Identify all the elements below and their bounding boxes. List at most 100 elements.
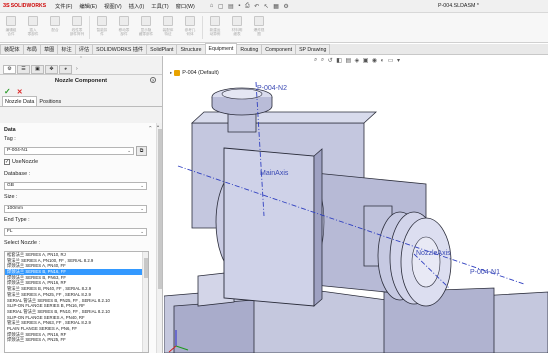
cancel-x-icon[interactable]: ✕ [17, 88, 23, 96]
section-data-heading[interactable]: Data [4, 127, 16, 133]
tag-value: P-004-N1 [7, 148, 28, 153]
use-nozzle-checkbox[interactable]: ✓ UseNozzle [4, 159, 38, 165]
ribbon-button-7[interactable]: 装配体 特征 [157, 13, 179, 42]
command-manager-tabs: 装配体 布局 草图 标注 评估 SOLIDWORKS 插件 SolidPlant Struct… [0, 43, 548, 55]
tab-nozzle-data[interactable]: Nozzle Data [2, 96, 38, 106]
edit-appearance-icon[interactable]: ◐ [381, 58, 385, 64]
tab-8[interactable]: Equipment [204, 43, 238, 54]
configuration-tab-icon[interactable]: ▣ [31, 64, 44, 74]
menu-view[interactable]: 视图(V) [104, 2, 122, 10]
tree-expand-icon[interactable]: ▸ [170, 70, 172, 76]
apply-scene-icon[interactable]: ▭ [388, 57, 394, 64]
pm-scrollbar[interactable]: ▴ [156, 123, 162, 353]
undo-icon[interactable]: ↶ [254, 3, 259, 10]
tab-0[interactable]: 装配体 [0, 44, 24, 54]
menu-insert[interactable]: 插入(I) [129, 2, 145, 10]
ribbon-button-8[interactable]: 参考几 何体 [179, 13, 201, 42]
left-support-block [173, 299, 255, 353]
tab-3[interactable]: 标注 [57, 44, 76, 54]
ok-check-icon[interactable]: ✓ [4, 87, 11, 96]
size-label: Size : [4, 194, 18, 200]
ribbon-button-0[interactable]: 编辑组 合件 [0, 13, 22, 42]
brand-name: SOLIDWORKS [10, 3, 47, 9]
exploded-view-icon [254, 16, 264, 26]
more-tabs-icon[interactable]: › [76, 66, 78, 72]
collapse-handle-icon[interactable]: ⌃ [0, 56, 162, 64]
move-component-icon [119, 16, 129, 26]
home-icon[interactable]: ⌂ [210, 3, 214, 9]
tab-positions[interactable]: Positions [37, 97, 63, 106]
rebuild-icon[interactable]: ▦ [273, 3, 279, 10]
tab-6[interactable]: SolidPlant [146, 44, 178, 54]
menu-file[interactable]: 文件(F) [55, 2, 72, 10]
label-main-axis: MainAxis [260, 170, 289, 177]
end-type-select[interactable]: FL ⌄ [4, 228, 147, 236]
tab-2[interactable]: 草图 [39, 44, 59, 54]
3d-model-view[interactable]: P-004-N2 MainAxis NozzleAxis P-004-N1 [164, 56, 548, 353]
ribbon-button-label: 插入 零部件 [27, 28, 39, 37]
database-label: Database : [4, 171, 31, 177]
ribbon-button-10[interactable]: 材料明 细表 [226, 13, 248, 42]
ribbon-button-label: 新建运 动算例 [209, 28, 221, 37]
solidworks-logo[interactable]: 3S SOLIDWORKS [3, 3, 49, 9]
hide-show-items-icon[interactable]: ◉ [372, 57, 377, 64]
tab-5[interactable]: SOLIDWORKS 插件 [92, 44, 148, 54]
tag-select[interactable]: P-004-N1 ⌄ [4, 147, 134, 155]
tab-7[interactable]: Structure [176, 44, 206, 54]
dimxpert-tab-icon[interactable]: ✥ [45, 64, 58, 74]
graphics-area[interactable]: P-004-N2 MainAxis NozzleAxis P-004-N1 ⌕ … [164, 56, 548, 353]
options-icon[interactable]: ⚙ [283, 3, 288, 10]
menu-tools[interactable]: 工具(T) [151, 2, 168, 10]
ribbon-button-9[interactable]: 新建运 动算例 [204, 13, 226, 42]
list-scroll-thumb[interactable] [144, 258, 148, 278]
size-select[interactable]: 100mm ⌄ [4, 205, 147, 213]
tab-4[interactable]: 评估 [74, 44, 94, 54]
tab-11[interactable]: SP Drawing [295, 44, 331, 54]
feature-tree-tab-icon[interactable]: ☰ [17, 64, 30, 74]
list-item[interactable]: 焊颈法兰 SERIES A, PN25, FF [5, 337, 148, 343]
new-icon[interactable]: ▢ [218, 3, 224, 10]
save-icon[interactable]: ▪ [238, 3, 240, 9]
label-nozzle-axis: NozzleAxis [416, 250, 451, 257]
tag-label: Tag : [4, 136, 16, 142]
database-select[interactable]: GB ⌄ [4, 182, 147, 190]
scroll-up-icon[interactable]: ▴ [157, 123, 159, 128]
view-orientation-icon[interactable]: ◈ [355, 57, 360, 64]
ribbon-button-5[interactable]: 移动零 部件 [113, 13, 135, 42]
menu-window[interactable]: 窗口(W) [176, 2, 195, 10]
ribbon-button-4[interactable]: 智能扣 件 [91, 13, 113, 42]
end-type-label: End Type : [4, 217, 30, 223]
ribbon-button-1[interactable]: 插入 零部件 [22, 13, 44, 42]
tag-browse-button[interactable]: ⧉ [136, 146, 147, 156]
list-scrollbar[interactable] [142, 252, 148, 352]
menu-edit[interactable]: 编辑(E) [79, 2, 97, 10]
nozzle-list[interactable]: 松套法兰 SERIES A, PN10, RJ 管法兰 SERIES A, PN1… [4, 251, 149, 353]
bom-icon [232, 16, 242, 26]
print-icon[interactable]: ⎙ [245, 3, 250, 10]
flyout-feature-tree[interactable]: ▸ P-004 (Default) [170, 70, 219, 76]
open-icon[interactable]: ▤ [228, 3, 234, 10]
ribbon-button-3[interactable]: 线性零 部件阵列 [66, 13, 88, 42]
help-icon[interactable]: ? [150, 77, 156, 83]
section-view-icon[interactable]: ◧ [336, 57, 342, 64]
property-manager-tab-icon[interactable]: ⚙ [3, 64, 16, 74]
zoom-to-fit-icon[interactable]: ⌕ [314, 57, 317, 64]
previous-view-icon[interactable]: ↺ [328, 57, 333, 64]
pm-title: Nozzle Component [54, 77, 108, 84]
ribbon-button-2[interactable]: 配合 [44, 13, 66, 42]
display-style-icon[interactable]: ▣ [363, 57, 369, 64]
select-icon[interactable]: ↖ [264, 3, 269, 10]
view-settings-icon[interactable]: ▾ [397, 57, 400, 64]
display-tab-icon[interactable]: ◕ [59, 64, 72, 74]
ribbon-button-11[interactable]: 爆炸视 图 [248, 13, 270, 42]
tab-1[interactable]: 布局 [22, 44, 41, 54]
dynamic-annotation-icon[interactable]: ▤ [345, 57, 351, 64]
ds-logo-icon: 3S [3, 3, 10, 9]
tab-10[interactable]: Component [261, 44, 297, 54]
ribbon-button-6[interactable]: 显示隐 藏零部件 [135, 13, 157, 42]
insert-component-icon [28, 16, 38, 26]
tab-9[interactable]: Routing [236, 44, 263, 54]
pm-scroll-thumb[interactable] [158, 129, 162, 289]
zoom-area-icon[interactable]: ⌕ [321, 57, 324, 64]
collapse-caret-icon[interactable]: ⌃ [148, 126, 153, 132]
